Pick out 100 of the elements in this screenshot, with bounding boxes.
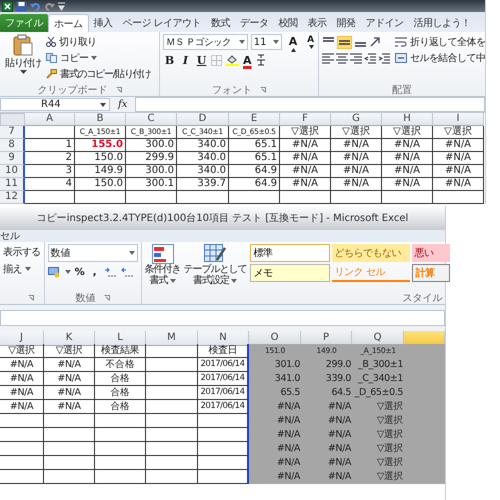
ribbon-tab[interactable]: ページ レイアウト bbox=[118, 14, 206, 32]
currency-icon[interactable] bbox=[48, 266, 62, 278]
comma-button[interactable]: , bbox=[88, 265, 101, 279]
ribbon-tab[interactable]: 校閲 bbox=[274, 14, 303, 32]
formula-field[interactable] bbox=[0, 310, 445, 326]
empty-cell bbox=[146, 372, 198, 386]
decrease-indent-icon[interactable] bbox=[364, 52, 376, 64]
phonetic-guide-icon[interactable] bbox=[256, 54, 266, 66]
ribbon-tab[interactable]: ファイル bbox=[0, 14, 48, 32]
merge-center-button[interactable]: セルを結合して中 bbox=[395, 50, 485, 65]
column-header[interactable]: F bbox=[280, 113, 331, 126]
show-button[interactable]: 表示する bbox=[3, 244, 41, 259]
font-name-field[interactable]: ＭＳ Ｐゴシック bbox=[163, 34, 248, 50]
undo-icon[interactable] bbox=[30, 0, 41, 12]
ribbon-tab[interactable]: 表示 bbox=[302, 14, 332, 32]
name-box[interactable]: R44 bbox=[0, 98, 110, 111]
column-header[interactable]: G bbox=[331, 113, 382, 126]
table-cell: ▽選択 bbox=[352, 442, 404, 456]
cut-button[interactable]: 切り取り bbox=[46, 34, 150, 49]
table-cell: 340.0 bbox=[177, 139, 229, 152]
table-brush-icon bbox=[204, 244, 226, 264]
wrap-text-icon bbox=[395, 36, 407, 46]
increase-indent-icon[interactable] bbox=[378, 52, 390, 64]
font-style-button[interactable]: B bbox=[163, 53, 176, 67]
paste-button[interactable]: 貼り付け bbox=[3, 34, 43, 74]
table-cell: #N/A bbox=[382, 152, 433, 165]
formula-field[interactable] bbox=[135, 97, 485, 112]
empty-cell bbox=[146, 428, 198, 442]
cell-style-swatch[interactable]: メモ bbox=[250, 264, 330, 282]
table-cell: 65.5 bbox=[249, 386, 301, 400]
column-header[interactable]: E bbox=[229, 113, 280, 126]
empty-cell bbox=[95, 442, 146, 456]
table-cell: #N/A bbox=[301, 428, 352, 442]
copy-button[interactable]: コピー bbox=[46, 50, 150, 65]
caret-icon[interactable] bbox=[64, 270, 71, 274]
column-header[interactable]: N bbox=[198, 331, 249, 346]
align-center-icon[interactable] bbox=[336, 52, 348, 64]
ribbon-tab[interactable]: データ bbox=[235, 14, 274, 32]
column-header[interactable]: L bbox=[95, 331, 146, 346]
empty-cell bbox=[433, 191, 484, 204]
empty-cell bbox=[146, 470, 198, 484]
table-cell: #N/A bbox=[0, 400, 44, 414]
dialog-launcher-icon[interactable] bbox=[116, 87, 122, 93]
row-header[interactable]: 7 bbox=[0, 126, 25, 139]
column-header[interactable]: B bbox=[75, 113, 126, 126]
empty-cell bbox=[44, 456, 95, 470]
save-icon[interactable] bbox=[16, 0, 27, 12]
font-style-button[interactable]: U bbox=[195, 53, 208, 67]
wrap-text-button[interactable]: 折り返して全体を bbox=[395, 34, 485, 49]
percent-button[interactable]: % bbox=[74, 265, 86, 279]
row-header[interactable]: 8 bbox=[0, 139, 25, 152]
cell-style-swatch[interactable]: 標準 bbox=[250, 244, 330, 262]
column-header[interactable]: M bbox=[146, 331, 198, 346]
fill-color-icon[interactable] bbox=[226, 54, 239, 66]
format-as-table-button[interactable]: テーブルとして 書式設定 bbox=[184, 244, 247, 286]
font-size-field[interactable]: 11 bbox=[250, 34, 282, 50]
conditional-format-button[interactable]: 条件付き 書式 bbox=[144, 244, 181, 286]
align-left-icon[interactable] bbox=[322, 52, 334, 64]
redo-icon[interactable] bbox=[44, 0, 55, 12]
cell-style-swatch[interactable]: 悪い bbox=[412, 244, 450, 262]
format-painter-button[interactable]: 書式のコピー/貼り付け bbox=[46, 66, 150, 81]
column-header[interactable]: H bbox=[382, 113, 433, 126]
column-header[interactable]: K bbox=[44, 331, 95, 346]
spreadsheet-logo-icon[interactable] bbox=[2, 0, 13, 12]
row-header[interactable]: 12 bbox=[0, 191, 25, 204]
ribbon-tab[interactable]: ホーム bbox=[48, 14, 88, 32]
dialog-launcher-icon[interactable] bbox=[260, 87, 266, 93]
column-header[interactable]: I bbox=[433, 113, 484, 126]
insert-function-label[interactable]: fx bbox=[114, 99, 132, 110]
ribbon-tab[interactable]: セル bbox=[0, 229, 20, 243]
ribbon-tab[interactable]: 開発 bbox=[332, 14, 361, 32]
row-header[interactable]: 11 bbox=[0, 178, 25, 191]
table-cell: 検査結果 bbox=[95, 344, 146, 358]
ribbon-tab[interactable]: 活用しよう！ bbox=[408, 14, 476, 32]
font-color-button[interactable]: A bbox=[242, 53, 253, 67]
font-style-button[interactable]: I bbox=[179, 53, 192, 67]
column-header[interactable]: C bbox=[126, 113, 177, 126]
row-header[interactable]: 9 bbox=[0, 152, 25, 165]
column-header[interactable]: D bbox=[177, 113, 229, 126]
table-cell: #N/A bbox=[331, 152, 382, 165]
align-right-icon[interactable] bbox=[350, 52, 362, 64]
number-format-field[interactable]: 数値 bbox=[48, 244, 138, 262]
decrease-decimal-icon[interactable] bbox=[120, 266, 135, 278]
borders-icon[interactable] bbox=[211, 54, 223, 66]
customize-toolbar-icon[interactable] bbox=[58, 2, 65, 10]
dialog-launcher-icon[interactable] bbox=[28, 295, 34, 301]
grow-font-button[interactable]: A bbox=[285, 35, 301, 49]
ribbon-tab[interactable]: アドイン bbox=[360, 14, 409, 32]
ribbon-tab[interactable]: 挿入 bbox=[88, 14, 118, 32]
increase-decimal-icon[interactable] bbox=[104, 266, 118, 278]
align-button[interactable]: 揃え bbox=[3, 261, 31, 276]
shrink-font-button[interactable]: A bbox=[304, 35, 318, 49]
dialog-launcher-icon[interactable] bbox=[104, 295, 110, 301]
align-middle-icon[interactable] bbox=[337, 36, 352, 48]
ribbon-tab[interactable]: 数式 bbox=[206, 14, 236, 32]
row-header[interactable]: 10 bbox=[0, 165, 25, 178]
column-header[interactable]: J bbox=[0, 331, 44, 346]
cell-style-swatch[interactable]: どちらでもない bbox=[332, 244, 410, 262]
column-header[interactable]: A bbox=[25, 113, 75, 126]
table-cell: #N/A bbox=[44, 372, 95, 386]
